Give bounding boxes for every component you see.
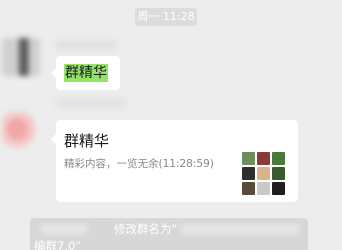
sender-name-redacted (56, 40, 116, 50)
member-avatar-thumb (242, 167, 255, 180)
member-avatar-thumb (242, 182, 255, 195)
member-avatar-thumb (257, 182, 270, 195)
card-thumbnail-grid (242, 152, 286, 196)
avatar[interactable] (2, 38, 40, 76)
member-avatar-thumb (257, 152, 270, 165)
sender-name-redacted (56, 98, 126, 108)
member-avatar-thumb (272, 182, 285, 195)
redacted-group-name (180, 224, 300, 234)
member-avatar-thumb (242, 152, 255, 165)
message-bubble[interactable]: 群精华 (51, 56, 120, 90)
member-avatar-thumb (272, 152, 285, 165)
group-highlights-card[interactable]: 群精华 精彩内容，一览无余(11:28:59) (51, 120, 298, 202)
system-notice: 修改群名为“ 编群7.0” (30, 218, 308, 250)
card-title: 群精华 (64, 132, 110, 150)
member-avatar-thumb (272, 167, 285, 180)
notice-text-line1: 修改群名为“ (114, 222, 178, 236)
message-text: 群精华 (64, 64, 108, 82)
chat-window: 周一 11:28 群精华 群精华 精彩内容，一览无余(11:28:59) 修改群… (0, 0, 342, 250)
redacted-name (40, 224, 88, 234)
avatar[interactable] (2, 112, 40, 150)
member-avatar-thumb (257, 167, 270, 180)
notice-text-line2: 编群7.0” (34, 239, 82, 250)
card-description: 精彩内容，一览无余(11:28:59) (64, 158, 214, 170)
timestamp: 周一 11:28 (135, 8, 197, 26)
